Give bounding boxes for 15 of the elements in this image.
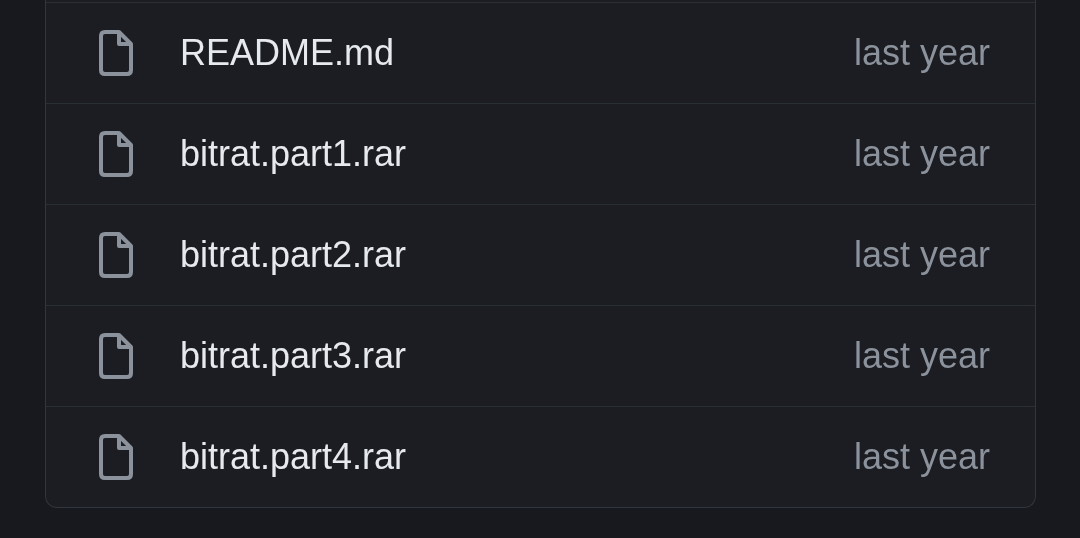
updated-time: last year xyxy=(853,233,990,277)
file-name[interactable]: bitrat.part4.rar xyxy=(180,430,407,484)
file-icon xyxy=(97,333,133,379)
file-icon xyxy=(97,131,133,177)
updated-time: last year xyxy=(853,31,990,75)
file-icon xyxy=(97,30,133,76)
file-icon xyxy=(97,232,133,278)
file-name[interactable]: bitrat.part3.rar xyxy=(180,329,407,383)
updated-time: last year xyxy=(853,334,990,378)
updated-time: last year xyxy=(853,132,990,176)
file-icon xyxy=(97,434,133,480)
updated-time: last year xyxy=(853,435,990,479)
file-name[interactable]: bitrat.part2.rar xyxy=(180,228,407,282)
file-name[interactable]: README.md xyxy=(180,26,395,80)
file-name[interactable]: bitrat.part1.rar xyxy=(180,127,407,181)
